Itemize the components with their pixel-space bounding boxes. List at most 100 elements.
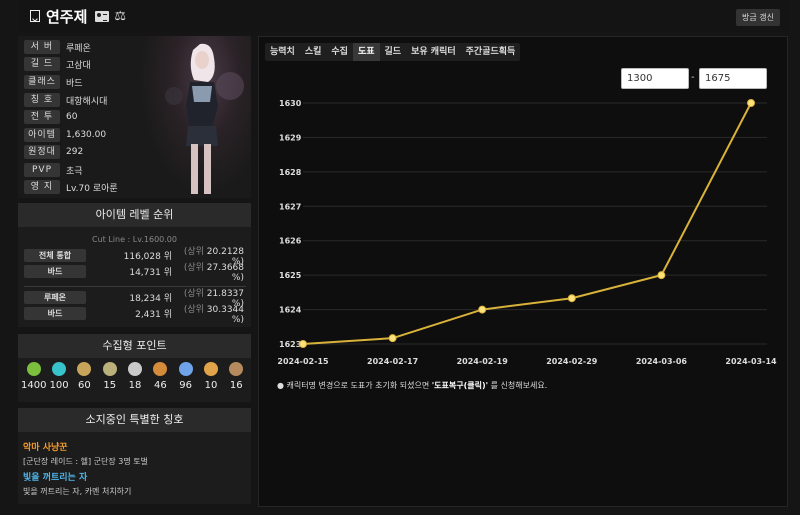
chart-note: ● 캐릭터명 변경으로 도표가 초기화 되셨으면 '도표복구(클릭)' 를 신청… [277, 381, 548, 390]
collection-item[interactable]: 100 [46, 362, 71, 391]
refresh-button[interactable]: 방금 갱신 [736, 9, 780, 26]
info-value: Lv.70 로아룬 [66, 183, 118, 194]
rank-label: 바드 [24, 307, 86, 320]
range-min-input[interactable]: 1300 [621, 68, 689, 89]
y-tick-label: 1630 [279, 99, 302, 108]
x-tick-label: 2024-02-15 [277, 357, 329, 366]
data-point[interactable] [747, 99, 755, 107]
rank-position: 14,731 위 [129, 268, 172, 278]
special-title-name: 악마 사냥꾼 [23, 443, 68, 453]
info-value: 루페온 [66, 43, 91, 54]
x-tick-label: 2024-02-17 [367, 357, 418, 366]
ignea-token-icon [128, 362, 143, 376]
special-title-name: 빛을 꺼트리는 자 [23, 473, 88, 483]
id-card-icon[interactable] [95, 10, 110, 22]
data-point[interactable] [657, 271, 666, 280]
rank-label: 전체 통합 [24, 249, 86, 262]
y-tick-label: 1624 [279, 306, 302, 315]
range-separator: - [691, 72, 695, 83]
voyage-feather-icon [153, 362, 168, 376]
info-label: 전 투 [24, 110, 60, 124]
rank-label: 루페온 [24, 291, 86, 304]
collection-item[interactable]: 60 [72, 362, 97, 391]
tab-item[interactable]: 스킬 [300, 43, 327, 61]
collection-item[interactable]: 1400 [21, 362, 46, 391]
data-point[interactable] [388, 334, 397, 343]
item-level-chart: 1623 1624 1625 1626 1627 1628 1629 1630 2024-02-… [277, 99, 777, 366]
x-tick-label: 2024-03-06 [636, 357, 688, 366]
tab-bar: 능력치 스킬 수집 도표 길드 보유 캐릭터 주간골드획득 [265, 43, 521, 61]
collection-value: 60 [78, 380, 91, 391]
collection-item[interactable]: 16 [224, 362, 249, 391]
world-tree-leaf-icon [178, 362, 193, 376]
scale-icon[interactable]: ⚖ [114, 9, 126, 24]
info-row-pvp: PVP 초극 [24, 163, 83, 177]
info-row-server: 서 버 루페온 [24, 40, 91, 54]
collection-title: 수집형 포인트 [18, 334, 251, 358]
info-row-guild: 길 드 고삼대 [24, 57, 91, 71]
collection-value: 96 [179, 380, 193, 391]
collection-item[interactable]: 10 [198, 362, 223, 391]
bookmark-icon[interactable] [30, 10, 40, 22]
info-value: 60 [66, 112, 78, 122]
island-soul-icon [52, 362, 67, 376]
y-tick-label: 1628 [279, 168, 302, 177]
y-tick-label: 1625 [279, 271, 302, 280]
y-tick-label: 1626 [279, 237, 302, 246]
y-tick-label: 1627 [279, 202, 301, 211]
data-point[interactable] [299, 340, 307, 348]
x-tick-label: 2024-02-19 [457, 357, 509, 366]
special-title-desc: [군단장 레이드 : 헬] 군단장 3명 토벌 [23, 457, 148, 466]
rank-row-server-class: 바드 2,431 위 (상위 30.3344 %) [24, 305, 246, 325]
rank-percent: (상위 27.3668 %) [183, 263, 244, 283]
note-text: 캐릭터명 변경으로 도표가 초기화 되셨으면 [286, 381, 432, 390]
rank-label: 바드 [24, 265, 86, 278]
collection-item[interactable]: 18 [122, 362, 147, 391]
giant-heart-icon [102, 362, 117, 376]
tab-item[interactable]: 주간골드획득 [461, 43, 521, 61]
note-text: 를 신청해보세요. [488, 381, 548, 390]
info-row-title: 칭 호 대항해시대 [24, 93, 107, 107]
rank-row-class: 바드 14,731 위 (상위 27.3668 %) [24, 263, 246, 283]
collection-item[interactable]: 46 [148, 362, 173, 391]
collection-value: 10 [204, 380, 218, 391]
rank-position: 2,431 위 [135, 310, 172, 320]
tab-item[interactable]: 능력치 [265, 43, 300, 61]
y-tick-label: 1629 [279, 133, 302, 142]
collection-item[interactable]: 15 [97, 362, 122, 391]
collection-value: 15 [103, 380, 117, 391]
tab-item[interactable]: 도표 [352, 43, 380, 61]
info-value: 바드 [66, 78, 83, 89]
collection-points-panel: 수집형 포인트 1400 100 60 15 18 46 96 10 16 [18, 334, 251, 402]
info-label: 원정대 [24, 145, 60, 159]
y-tick-label: 1623 [279, 340, 301, 349]
tab-item[interactable]: 수집 [326, 43, 353, 61]
info-value: 초극 [66, 166, 83, 177]
range-max-input[interactable]: 1675 [699, 68, 767, 89]
item-level-ranking-panel: 아이템 레벨 순위 Cut Line : Lv.1600.00 전체 통합 11… [18, 203, 251, 327]
ranking-title: 아이템 레벨 순위 [18, 203, 251, 227]
data-point[interactable] [567, 294, 576, 303]
tab-item[interactable]: 보유 캐릭터 [406, 43, 461, 61]
info-label: PVP [24, 163, 60, 177]
great-art-icon [77, 362, 92, 376]
info-row-combat: 전 투 60 [24, 110, 77, 124]
header-bar: 연주제 ⚖ [18, 0, 790, 32]
info-label: 클래스 [24, 75, 60, 89]
collection-value: 100 [49, 380, 69, 391]
tab-item[interactable]: 길드 [380, 43, 407, 61]
info-value: 대항해시대 [66, 96, 108, 107]
special-titles-panel: 소지중인 특별한 칭호 악마 사냥꾼 [군단장 레이드 : 헬] 군단장 3명 … [18, 408, 251, 504]
info-row-expedition: 원정대 292 [24, 145, 83, 159]
main-panel: 능력치 스킬 수집 도표 길드 보유 캐릭터 주간골드획득 1300 - 1675 1623… [258, 36, 788, 507]
restore-chart-link[interactable]: '도표복구(클릭)' [432, 381, 488, 390]
info-label: 길 드 [24, 57, 60, 71]
info-label: 영 지 [24, 180, 60, 194]
cut-line: Cut Line : Lv.1600.00 [92, 235, 177, 244]
collection-value: 1400 [21, 380, 47, 391]
orpheus-star-icon [203, 362, 218, 376]
info-row-item-level: 아이템 1,630.00 [24, 128, 106, 142]
collection-item[interactable]: 96 [173, 362, 198, 391]
data-point[interactable] [478, 305, 487, 314]
info-label: 서 버 [24, 40, 60, 54]
